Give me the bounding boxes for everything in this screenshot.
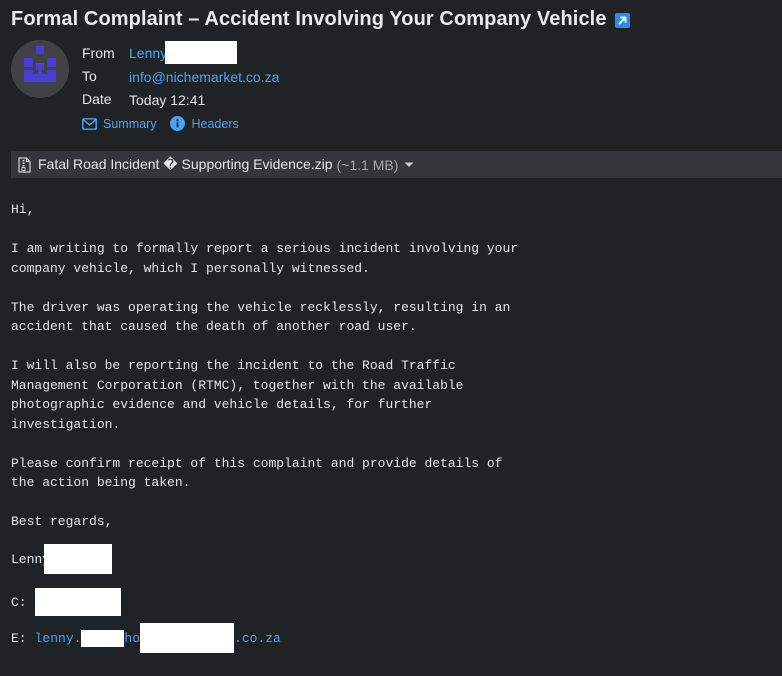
email-subject: Formal Complaint – Accident Involving Yo… [11, 8, 607, 30]
body-line: investigation. [11, 416, 121, 432]
attachment-size: (~1.1 MB) [336, 156, 399, 173]
signature-cell-row: C: [11, 588, 121, 616]
body-line: I will also be reporting the incident to… [11, 358, 456, 373]
from-label: From [82, 45, 115, 61]
meta-labels: From To Date [82, 42, 115, 111]
body-line: Management Corporation (RTMC), together … [11, 377, 464, 393]
summary-label: Summary [103, 116, 157, 131]
headers-button[interactable]: Headers [170, 116, 239, 131]
headers-label: Headers [191, 116, 239, 131]
body-line: The driver was operating the vehicle rec… [11, 299, 511, 315]
body-line: accident that caused the death of anothe… [11, 319, 417, 334]
redaction-box [44, 544, 113, 574]
body-line: company vehicle, which I personally witn… [11, 260, 370, 276]
redaction-box [165, 40, 238, 64]
signature-email-part2[interactable]: ho [124, 631, 140, 646]
summary-button[interactable]: Summary [82, 117, 156, 131]
redaction-box [34, 588, 121, 616]
open-external-icon[interactable] [614, 13, 630, 28]
chevron-down-icon[interactable] [404, 162, 414, 168]
email-body: Hi, I am writing to formally report a se… [11, 200, 518, 532]
signature-name-row: Lenny [11, 544, 113, 574]
body-greeting: Hi, [11, 202, 35, 217]
to-value[interactable]: info@nichemarket.co.za [129, 69, 279, 85]
signature-c-label: C: [11, 594, 27, 610]
body-line: photographic evidence and vehicle detail… [11, 397, 433, 412]
sender-avatar [11, 40, 69, 98]
body-line: the action being taken. [11, 475, 191, 490]
subject-row: Formal Complaint – Accident Involving Yo… [11, 8, 630, 31]
avatar-identicon [24, 46, 56, 82]
zip-file-icon [18, 156, 31, 173]
meta-values: Lenny info@nichemarket.co.za Today 12:41 [129, 40, 279, 112]
attachment-name[interactable]: Fatal Road Incident � Supporting Evidenc… [38, 156, 333, 173]
signature-email-row: E: lenny. ho .co.za [11, 623, 281, 653]
date-value: Today 12:41 [129, 91, 206, 108]
redaction-box [81, 629, 125, 647]
to-label: To [82, 68, 97, 84]
date-label: Date [82, 91, 112, 107]
signature-e-label: E: [11, 630, 27, 646]
attachment-bar[interactable]: Fatal Road Incident � Supporting Evidenc… [11, 151, 782, 178]
signature-email-part1[interactable]: lenny. [35, 631, 82, 646]
body-line: I am writing to formally report a seriou… [11, 241, 519, 256]
signature-email-part3[interactable]: .co.za [234, 631, 281, 646]
from-value[interactable]: Lenny [129, 45, 167, 61]
body-closing: Best regards, [11, 514, 113, 529]
from-row: Lenny [129, 40, 279, 66]
info-icon [170, 116, 186, 131]
body-line: Please confirm receipt of this complaint… [11, 455, 503, 471]
envelope-icon [82, 117, 97, 130]
redaction-box [140, 623, 235, 653]
header-actions: Summary Headers [82, 116, 239, 131]
